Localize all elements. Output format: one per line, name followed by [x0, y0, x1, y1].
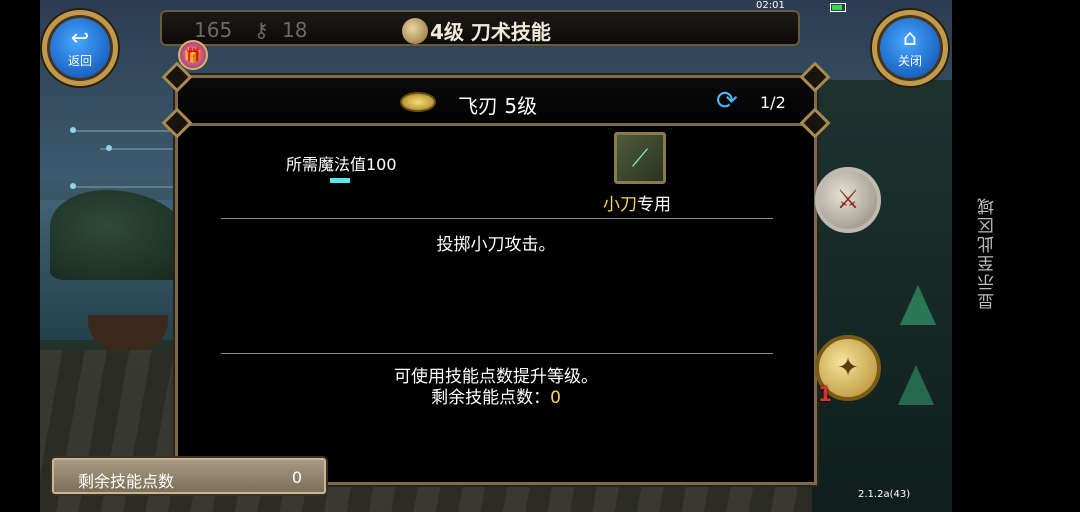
skill-tree-node[interactable] [106, 145, 112, 151]
close-button[interactable]: ⌂ 关闭 [872, 10, 948, 86]
gift-icon[interactable]: 🎁 [178, 40, 208, 70]
skill-detail-dialog: 飞刃 5级 ⟳ 1/2 所需魔法值100 ⟋ 小刀专用 投掷小刀攻击。 可使用技… [161, 61, 831, 485]
back-button[interactable]: ↩ 返回 [42, 10, 118, 86]
stat-value-b: 18 [282, 18, 308, 42]
skill-points-value: 0 [291, 468, 302, 487]
version-label: 2.1.2a(43) [858, 489, 911, 500]
battery-icon [830, 3, 846, 12]
weapon-type-suffix: 专用 [637, 195, 671, 215]
back-button-label: 返回 [67, 53, 92, 68]
return-arrow-icon: ↩ [70, 25, 90, 51]
skill-points-panel: 剩余技能点数 0 [52, 458, 326, 494]
flying-blade-icon [400, 92, 436, 112]
remaining-points: 剩余技能点数：0 [178, 383, 814, 408]
key-icon: ⚷ [254, 18, 269, 42]
remaining-points-value: 0 [550, 388, 561, 408]
divider [221, 218, 773, 219]
mp-requirement: 所需魔法值100 [286, 155, 397, 174]
skill-category-icon [402, 18, 428, 44]
mp-bar [330, 178, 350, 183]
skill-tree-link [100, 148, 180, 150]
page-title: 4级 刀术技能 [430, 20, 551, 44]
close-button-label: 关闭 [897, 53, 922, 68]
crystal-decoration [900, 285, 936, 325]
dialog-header: 飞刃 5级 ⟳ 1/2 [178, 78, 814, 126]
weapon-requirement: 小刀专用 [603, 190, 671, 215]
skill-tree-node[interactable] [70, 127, 76, 133]
medallion-level-badge: 1 [818, 382, 832, 406]
divider [221, 353, 773, 354]
boat [88, 315, 168, 351]
remaining-points-label: 剩余技能点数： [431, 388, 551, 408]
skill-tree-node[interactable] [70, 183, 76, 189]
display-area-hint: 显示至此区域 [978, 196, 998, 310]
refresh-icon[interactable]: ⟳ [716, 88, 738, 114]
skill-points-label: 剩余技能点数 [78, 472, 175, 491]
skill-tree-link [70, 130, 180, 132]
skill-description: 投掷小刀攻击。 [436, 235, 556, 255]
skill-name: 飞刃 5级 [458, 94, 538, 118]
stat-value-a: 165 [194, 18, 233, 42]
home-icon: ⌂ [903, 25, 917, 51]
skill-medallion-swords[interactable]: ⚔ [815, 167, 881, 233]
crystal-decoration [898, 365, 934, 405]
skill-tree-link [70, 186, 180, 188]
weapon-type: 小刀 [603, 195, 637, 215]
page-indicator: 1/2 [760, 93, 786, 112]
knife-icon: ⟋ [614, 132, 666, 184]
